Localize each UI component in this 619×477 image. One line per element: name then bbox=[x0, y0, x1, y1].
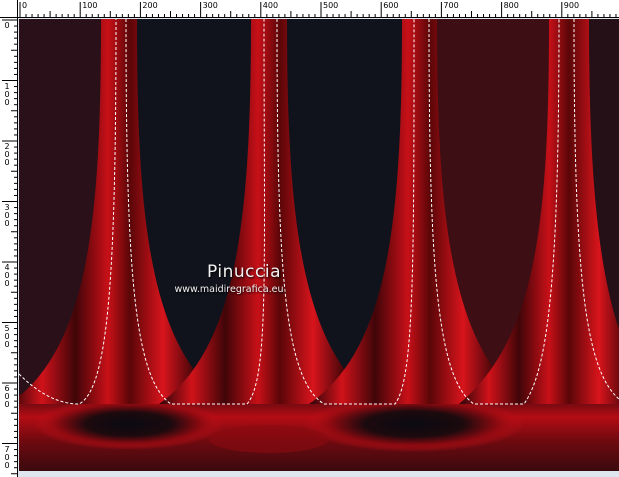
horizontal-ruler-ticks bbox=[19, 2, 617, 17]
horizontal-ruler-label: 500 bbox=[323, 1, 339, 10]
horizontal-ruler[interactable]: 0 100 200 300 400 500 600 700 800 900 bbox=[18, 0, 619, 18]
horizontal-ruler-label: 800 bbox=[503, 1, 519, 10]
horizontal-ruler-label: 300 bbox=[202, 1, 218, 10]
canvas-bottom-edge bbox=[19, 471, 619, 477]
horizontal-ruler-label: 100 bbox=[82, 1, 98, 10]
vertical-ruler[interactable]: 0 100 200 300 400 500 600 700 bbox=[0, 18, 18, 477]
horizontal-ruler-label: 0 bbox=[22, 1, 28, 10]
vertical-ruler-label: 600 bbox=[4, 384, 10, 409]
vertical-ruler-label: 500 bbox=[4, 323, 10, 349]
artwork bbox=[19, 19, 619, 471]
horizontal-ruler-label: 200 bbox=[142, 1, 158, 10]
vertical-ruler-label: 100 bbox=[4, 81, 10, 107]
watermark-name: Pinuccia bbox=[207, 262, 281, 282]
horizontal-ruler-label: 400 bbox=[262, 1, 279, 10]
horizontal-ruler-label: 600 bbox=[383, 1, 399, 10]
vertical-ruler-label: 300 bbox=[4, 202, 10, 228]
vertical-ruler-label: 400 bbox=[4, 263, 10, 288]
watermark: Pinuccia www.maidiregrafica.eu bbox=[169, 262, 319, 296]
vertical-ruler-label: 700 bbox=[4, 444, 10, 470]
horizontal-ruler-label: 900 bbox=[563, 1, 580, 10]
vertical-ruler-label: 0 bbox=[4, 21, 10, 30]
horizontal-ruler-label: 700 bbox=[443, 1, 459, 10]
ruler-corner[interactable] bbox=[0, 0, 18, 18]
watermark-url: www.maidiregrafica.eu bbox=[174, 284, 284, 295]
image-canvas[interactable]: Pinuccia www.maidiregrafica.eu bbox=[19, 19, 619, 471]
vertical-ruler-label: 200 bbox=[4, 142, 10, 167]
image-window: 0 100 200 300 400 500 600 700 800 900 0 100 200 300 4… bbox=[0, 0, 619, 477]
